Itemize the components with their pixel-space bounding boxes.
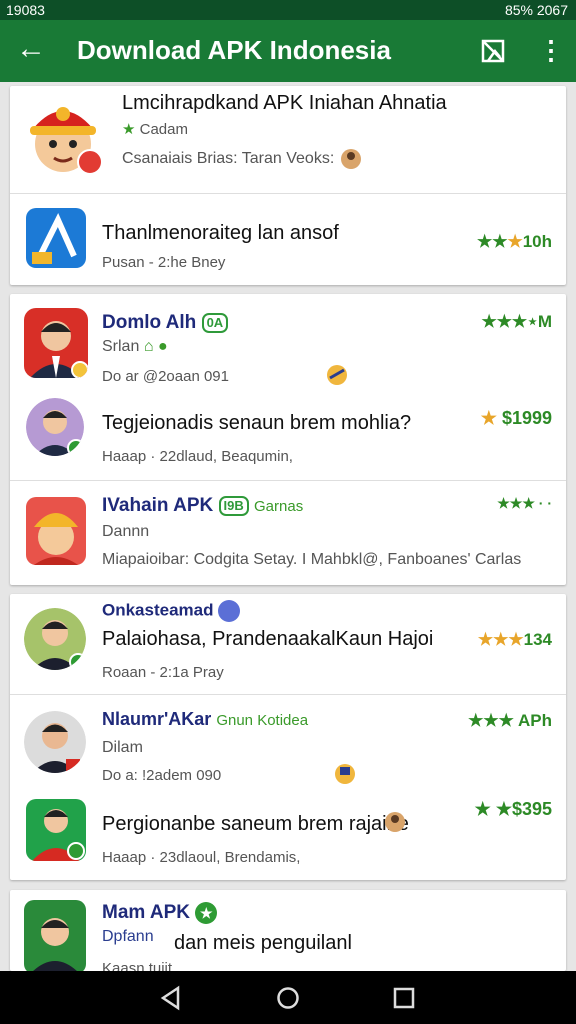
app-meta: ★ Cadam	[122, 120, 188, 138]
system-nav-bar	[0, 971, 576, 1024]
app-subtitle: Miapaioibar: Codgita Setay. I Mahbkl@, F…	[102, 551, 522, 568]
status-right: 85% 2067	[504, 2, 568, 18]
overflow-menu-icon[interactable]: ⋮	[538, 36, 564, 66]
avatar-man-red-shirt	[26, 799, 86, 861]
app-meta: Srlan ⌂ ●	[102, 338, 168, 356]
leaf-icon: ●	[157, 338, 168, 355]
app-extra: Gnun Kotidea	[216, 712, 309, 729]
rating-text: APh	[518, 711, 552, 730]
no-image-icon[interactable]	[480, 38, 506, 64]
avatar-man-grey	[24, 711, 86, 773]
nav-recents-icon[interactable]	[387, 981, 421, 1015]
app-rating: ★ ★$395	[475, 799, 552, 820]
star-icon: ★	[474, 799, 491, 819]
list-item[interactable]: IVahain APK I9B Garnas Dannn Miapaioibar…	[10, 481, 566, 585]
emoji-icon	[385, 812, 405, 832]
badge-icon	[218, 600, 241, 622]
app-meta-text: Srlan	[102, 338, 140, 355]
app-icon-firefighter-small	[26, 497, 86, 565]
status-left: 19083	[6, 2, 45, 18]
emoji-icon	[335, 764, 355, 784]
app-rating: ★★★ APh	[468, 711, 552, 731]
star-icon: ★	[480, 408, 497, 428]
list-item[interactable]: Nlaumr'AKar Gnun Kotidea Dilam Do a: !2a…	[10, 695, 566, 880]
app-headline: dan meis penguilanl	[174, 932, 352, 954]
app-rating: ★★★ · ·	[497, 495, 552, 511]
app-subtitle: Csanaiais Brias: Taran Veoks:	[122, 150, 335, 167]
rating-text: ⋆M	[527, 312, 552, 331]
app-title: Domlo Alh 0A	[102, 312, 229, 334]
card-lower: Onkasteamad Palaiohasa, PrandenaakalKaun…	[10, 594, 566, 880]
page-title: Download APK Indonesia	[77, 35, 391, 65]
app-title-text: Nlaumr'AKar	[102, 709, 212, 729]
stars-icon: ★★★	[481, 312, 528, 331]
app-rating: ★★★10h	[477, 232, 552, 252]
list-item[interactable]: Mam APK ★ Dpfann dan meis penguilanl Kaa…	[10, 890, 566, 971]
app-rating: ★ $1999	[481, 408, 552, 429]
app-bar: ← Download APK Indonesia ⋮	[0, 20, 576, 82]
avatar-man-red	[24, 308, 88, 378]
app-meta: Dannn	[102, 523, 150, 540]
app-title-text: IVahain APK	[102, 495, 214, 516]
list-item[interactable]: Domlo Alh 0A Srlan ⌂ ● Do ar @2oaan 091 …	[10, 294, 566, 480]
emoji-icon	[327, 365, 347, 385]
app-subtitle: Pusan - 2:he Bney	[102, 254, 226, 271]
app-icon-triangle	[26, 208, 86, 268]
card-middle: Domlo Alh 0A Srlan ⌂ ● Do ar @2oaan 091 …	[10, 294, 566, 585]
app-title-text: Onkasteamad	[102, 600, 214, 620]
app-title-text: Domlo Alh	[102, 312, 197, 333]
app-title: Mam APK ★	[102, 902, 218, 924]
verified-icon: ★	[195, 902, 218, 924]
app-rating: ★★★⋆M	[481, 312, 552, 332]
app-subtitle: Do ar @2oaan 091	[102, 368, 229, 385]
avatar-man-green	[24, 608, 86, 670]
app-badge: 0A	[201, 312, 229, 333]
app-subtitle: Kaasn tuiit	[102, 960, 173, 971]
app-rating: ★★★134	[478, 630, 552, 650]
emoji-icon	[341, 149, 361, 169]
app-title: Nlaumr'AKar Gnun Kotidea	[102, 709, 308, 730]
avatar-man-green-frame	[24, 900, 86, 971]
app-icon-firefighter	[30, 107, 102, 175]
app-title: Thanlmenoraiteg lan ansof	[102, 222, 339, 244]
app-title: IVahain APK I9B Garnas	[102, 495, 303, 517]
star-icon: ★	[122, 121, 136, 138]
app-meta: Dpfann	[102, 928, 154, 945]
list-item[interactable]: Lmcihrapdkand APK Iniahan Ahnatia ★ Cada…	[10, 86, 566, 193]
app-title: Tegjeionadis senaun brem mohlia?	[102, 412, 412, 434]
app-title: Lmcihrapdkand APK Iniahan Ahnatia	[122, 92, 447, 114]
app-badge: I9B	[218, 495, 249, 516]
app-title: Pergionanbe saneum brem rajaine	[102, 813, 409, 835]
stars-icon: ★★★	[477, 630, 524, 649]
nav-home-icon[interactable]	[271, 981, 305, 1015]
app-subtitle: Haaap · 22dlaud, Beaqumin,	[102, 448, 293, 465]
card-top: Lmcihrapdkand APK Iniahan Ahnatia ★ Cada…	[10, 86, 566, 285]
list-item[interactable]: Onkasteamad Palaiohasa, PrandenaakalKaun…	[10, 594, 566, 694]
app-headline: Palaiohasa, PrandenaakalKaun Hajoi	[102, 628, 434, 650]
app-meta: Dilam	[102, 739, 143, 756]
app-subtitle: Roaan - 2:1a Pray	[102, 664, 224, 681]
app-title-text: Mam APK	[102, 902, 190, 924]
home-icon: ⌂	[143, 338, 154, 355]
status-bar: 19083 85% 2067	[0, 0, 576, 20]
app-subtitle: Do a: !2adem 090	[102, 767, 222, 784]
app-meta-text: Cadam	[139, 121, 188, 138]
avatar-man-purple	[26, 398, 84, 456]
stars-icon: ★★★	[476, 232, 523, 251]
rating-text: 10h	[522, 232, 552, 251]
app-extra: Garnas	[254, 498, 304, 515]
app-title: Onkasteamad	[102, 600, 241, 622]
rating-text: 134	[523, 630, 552, 649]
rating-text: $1999	[501, 408, 552, 428]
back-arrow-icon[interactable]: ←	[14, 34, 48, 68]
nav-back-icon[interactable]	[154, 981, 188, 1015]
rating-text: ★$395	[495, 799, 552, 819]
app-subtitle: Haaap · 23dlaoul, Brendamis,	[102, 849, 301, 866]
list-item[interactable]: Thanlmenoraiteg lan ansof Pusan - 2:he B…	[10, 194, 566, 285]
card-bottom: Mam APK ★ Dpfann dan meis penguilanl Kaa…	[10, 890, 566, 971]
stars-icon: ★★★	[468, 711, 514, 730]
